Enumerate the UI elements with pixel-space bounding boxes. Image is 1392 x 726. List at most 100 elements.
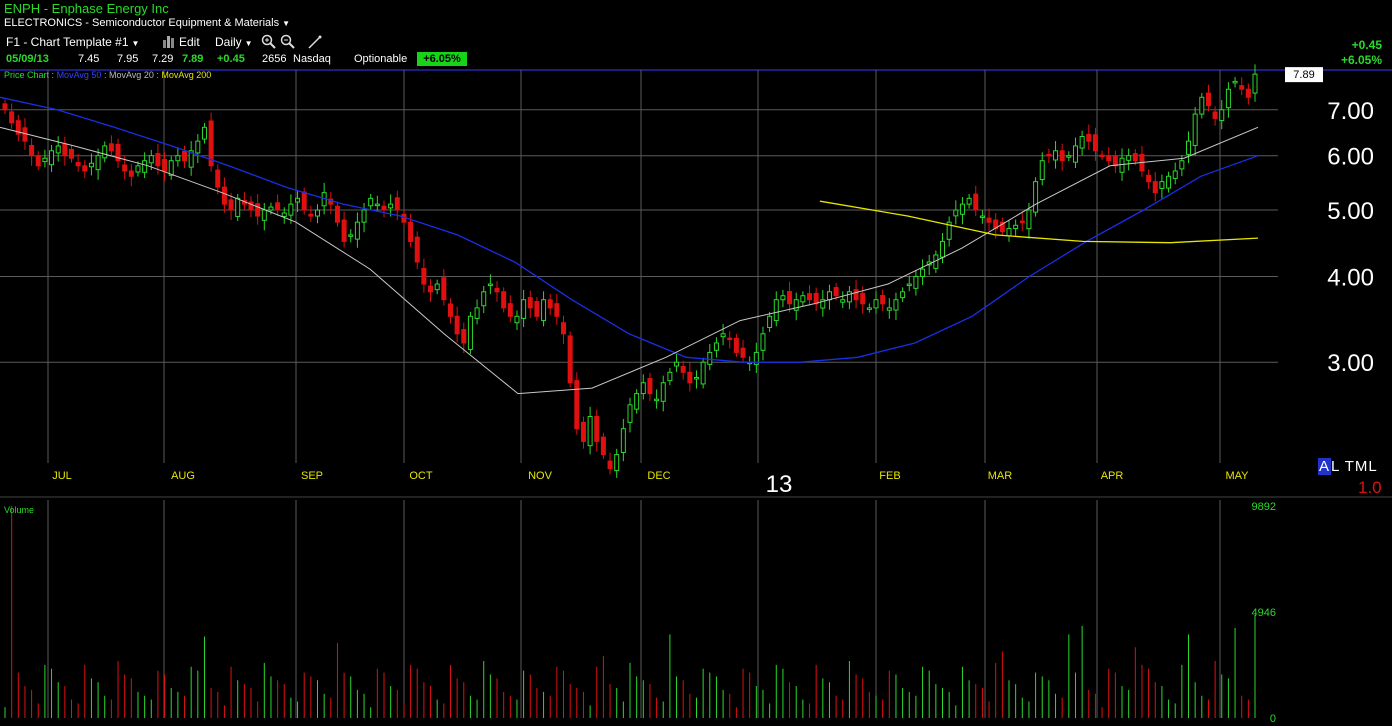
- candle-body: [966, 197, 972, 205]
- legend-ma20: MovAvg 20: [108, 70, 154, 80]
- candle-body: [687, 371, 693, 384]
- y-tick-label: 3.00: [1327, 350, 1374, 377]
- candle-body: [1212, 111, 1218, 119]
- candle-body: [82, 165, 88, 172]
- candle-body: [408, 221, 414, 242]
- candle-body: [9, 111, 15, 124]
- candle-body: [973, 193, 979, 211]
- candle-body: [853, 289, 859, 301]
- candle-body: [813, 292, 819, 305]
- x-tick-label: JUL: [52, 470, 72, 482]
- candle-body: [42, 157, 48, 163]
- chart-legend: Price Chart : MovAvg 50 : MovAvg 20 : Mo…: [4, 70, 211, 80]
- price-volume-chart[interactable]: 3.00 4.00 5.00 6.00 7.00 JUL AUG SEP OCT NOV DEC 13…: [0, 0, 1392, 726]
- candle-body: [979, 215, 985, 219]
- candle-body: [1252, 73, 1258, 94]
- candle-body: [1166, 175, 1172, 189]
- candle-body: [348, 234, 354, 237]
- candle-body: [361, 209, 367, 223]
- candle-body: [1086, 133, 1092, 142]
- candle-body: [228, 199, 234, 211]
- candle-body: [880, 295, 886, 305]
- candle-body: [148, 155, 154, 164]
- candle-body: [368, 197, 374, 207]
- candle-body: [654, 398, 660, 402]
- candle-body: [541, 299, 547, 322]
- candle-body: [1205, 92, 1211, 107]
- candle-body: [1172, 170, 1178, 179]
- candle-body: [175, 155, 181, 162]
- x-tick-label: AUG: [171, 470, 195, 482]
- candle-body: [1066, 155, 1072, 158]
- candle-body: [1099, 154, 1105, 158]
- x-tick-label: MAR: [988, 470, 1013, 482]
- candle-body: [414, 236, 420, 263]
- candle-body: [594, 416, 600, 442]
- candle-body: [467, 315, 473, 350]
- y-tick-label: 7.00: [1327, 98, 1374, 125]
- candle-body: [1033, 181, 1039, 213]
- candle-body: [807, 293, 813, 301]
- version-label: 1.0: [1358, 478, 1382, 497]
- candle-body: [434, 283, 440, 291]
- candle-body: [940, 240, 945, 258]
- candle-body: [354, 221, 360, 240]
- candle-body: [1006, 227, 1012, 237]
- candle-body: [1053, 150, 1059, 161]
- legend-sep-3: :: [156, 70, 159, 80]
- candle-body: [521, 299, 527, 319]
- x-tick-label: SEP: [301, 470, 323, 482]
- candle-body: [68, 148, 74, 159]
- candle-body: [700, 361, 706, 385]
- candle-body: [1112, 155, 1118, 167]
- candle-body: [1079, 135, 1085, 149]
- candle-body: [308, 213, 314, 217]
- ma50-line: [0, 96, 1259, 363]
- candle-body: [374, 203, 380, 207]
- candle-body: [1119, 157, 1125, 173]
- candle-body: [108, 143, 114, 152]
- candle-body: [255, 203, 261, 217]
- candle-body: [1039, 160, 1045, 181]
- candle-body: [182, 150, 188, 162]
- candle-body: [122, 164, 128, 172]
- candle-body: [22, 127, 28, 142]
- candle-body: [913, 276, 919, 289]
- candle-body: [162, 158, 168, 172]
- candle-body: [507, 303, 513, 317]
- candles-group: [2, 64, 1258, 478]
- altml-prefix: A: [1318, 458, 1332, 475]
- candle-body: [846, 291, 852, 303]
- candle-body: [866, 307, 872, 310]
- candle-body: [268, 206, 274, 211]
- candle-body: [75, 161, 81, 167]
- candle-body: [580, 421, 586, 442]
- x-tick-label: DEC: [647, 470, 670, 482]
- candle-body: [494, 287, 500, 293]
- y-tick-label: 5.00: [1327, 198, 1374, 225]
- candle-body: [95, 155, 101, 171]
- candle-body: [421, 267, 427, 285]
- x-tick-label: NOV: [528, 470, 553, 482]
- candle-body: [833, 287, 839, 297]
- y-tick-label: 6.00: [1327, 144, 1374, 171]
- candle-body: [667, 371, 673, 382]
- legend-sep-2: :: [103, 70, 107, 80]
- candle-body: [607, 460, 613, 469]
- candle-body: [760, 333, 766, 351]
- candle-body: [1059, 150, 1065, 162]
- candle-body: [600, 436, 606, 456]
- volume-panel-title: Volume: [4, 505, 35, 515]
- candle-body: [1199, 96, 1205, 115]
- candle-body: [953, 209, 959, 217]
- altml-label[interactable]: AL TML: [1318, 458, 1378, 475]
- candle-body: [501, 291, 507, 309]
- candle-body: [800, 295, 806, 303]
- candle-body: [900, 291, 906, 299]
- candle-body: [986, 217, 992, 223]
- candle-body: [1186, 140, 1192, 155]
- candle-body: [620, 428, 626, 453]
- candle-body: [840, 299, 846, 303]
- candle-body: [634, 393, 640, 410]
- candle-body: [447, 303, 453, 317]
